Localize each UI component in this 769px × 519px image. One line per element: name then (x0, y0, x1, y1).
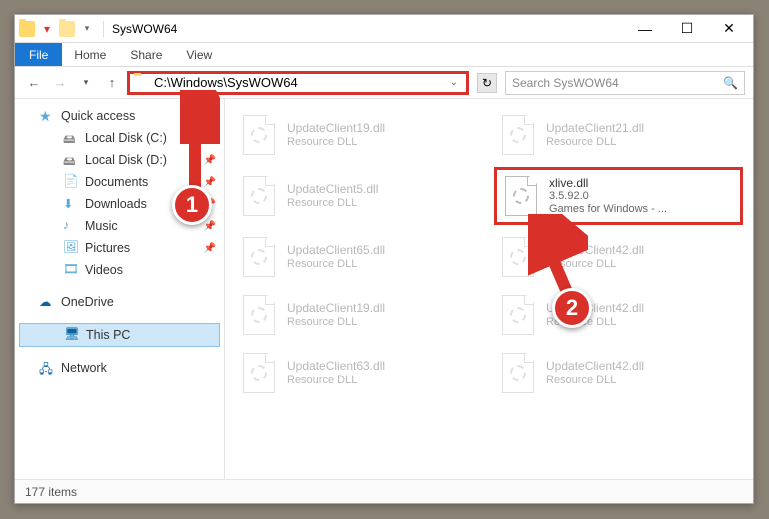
minimize-button[interactable]: — (625, 17, 665, 41)
sidebar-item-pictures[interactable]: 🖼 Pictures 📌 (15, 237, 224, 259)
address-bar[interactable]: C:\Windows\SysWOW64 ⌄ (127, 71, 469, 95)
nav-bar: ← → ▾ ↑ C:\Windows\SysWOW64 ⌄ ↻ Search S… (15, 67, 753, 99)
file-item[interactable]: UpdateClient65.dllResource DLL (235, 231, 484, 283)
star-icon: ★ (39, 108, 55, 124)
documents-icon: 📄 (63, 174, 79, 190)
dll-file-icon (239, 113, 279, 157)
status-item-count: 177 items (25, 485, 77, 499)
close-button[interactable]: ✕ (709, 17, 749, 41)
downloads-icon: ⬇ (63, 196, 79, 212)
music-icon: ♪ (63, 218, 79, 234)
sidebar-network[interactable]: 🖧 Network (15, 357, 224, 379)
qat-dropdown-icon[interactable]: ▾ (79, 21, 95, 37)
disk-icon: 🖴 (63, 130, 79, 146)
pin-icon: 📌 (204, 243, 216, 254)
window-title: SysWOW64 (112, 22, 177, 36)
nav-up-button[interactable]: ↑ (101, 72, 123, 94)
qat-properties-icon[interactable]: ▾ (39, 21, 55, 37)
pc-icon: 🖥 (64, 327, 80, 343)
dll-file-icon (239, 351, 279, 395)
refresh-button[interactable]: ↻ (477, 73, 497, 93)
dll-file-icon (498, 351, 538, 395)
onedrive-icon: ☁ (39, 294, 55, 310)
nav-history-button[interactable]: ▾ (75, 72, 97, 94)
address-folder-icon (134, 75, 150, 91)
file-item[interactable]: UpdateClient63.dllResource DLL (235, 347, 484, 399)
nav-back-button[interactable]: ← (23, 72, 45, 94)
disk-icon: 🖴 (63, 152, 79, 168)
pin-icon: 📌 (204, 221, 216, 232)
dll-file-icon (501, 174, 541, 218)
videos-icon: 🎞 (63, 262, 79, 278)
address-dropdown-icon[interactable]: ⌄ (446, 77, 462, 88)
file-item[interactable]: UpdateClient21.dllResource DLL (494, 109, 743, 161)
tab-home[interactable]: Home (62, 43, 118, 66)
qat-newfolder-icon[interactable] (59, 21, 75, 37)
dll-file-icon (239, 235, 279, 279)
dll-file-icon (239, 293, 279, 337)
status-bar: 177 items (15, 479, 753, 503)
sidebar-this-pc[interactable]: 🖥 This PC (19, 323, 220, 347)
file-item[interactable]: UpdateClient5.dllResource DLL (235, 167, 484, 225)
address-path: C:\Windows\SysWOW64 (154, 75, 298, 90)
ribbon-tabs: File Home Share View (15, 43, 753, 67)
network-icon: 🖧 (39, 360, 55, 376)
tab-file[interactable]: File (15, 43, 62, 66)
sidebar-onedrive[interactable]: ☁ OneDrive (15, 291, 224, 313)
pictures-icon: 🖼 (63, 240, 79, 256)
annotation-badge-1: 1 (172, 185, 212, 225)
app-folder-icon (19, 21, 35, 37)
search-input[interactable]: Search SysWOW64 🔍 (505, 71, 745, 95)
maximize-button[interactable]: ☐ (667, 17, 707, 41)
nav-forward-button[interactable]: → (49, 72, 71, 94)
file-item[interactable]: UpdateClient19.dllResource DLL (235, 289, 484, 341)
file-item[interactable]: UpdateClient19.dllResource DLL (235, 109, 484, 161)
title-bar: ▾ ▾ SysWOW64 — ☐ ✕ (15, 15, 753, 43)
search-placeholder: Search SysWOW64 (512, 76, 619, 90)
file-pane[interactable]: UpdateClient19.dllResource DLL UpdateCli… (225, 99, 753, 479)
dll-file-icon (239, 174, 279, 218)
sidebar-item-videos[interactable]: 🎞 Videos (15, 259, 224, 281)
explorer-window: ▾ ▾ SysWOW64 — ☐ ✕ File Home Share View … (14, 14, 754, 504)
tab-share[interactable]: Share (118, 43, 174, 66)
search-icon: 🔍 (723, 76, 738, 90)
file-item[interactable]: UpdateClient42.dllResource DLL (494, 347, 743, 399)
dll-file-icon (498, 113, 538, 157)
tab-view[interactable]: View (174, 43, 224, 66)
annotation-badge-2: 2 (552, 288, 592, 328)
